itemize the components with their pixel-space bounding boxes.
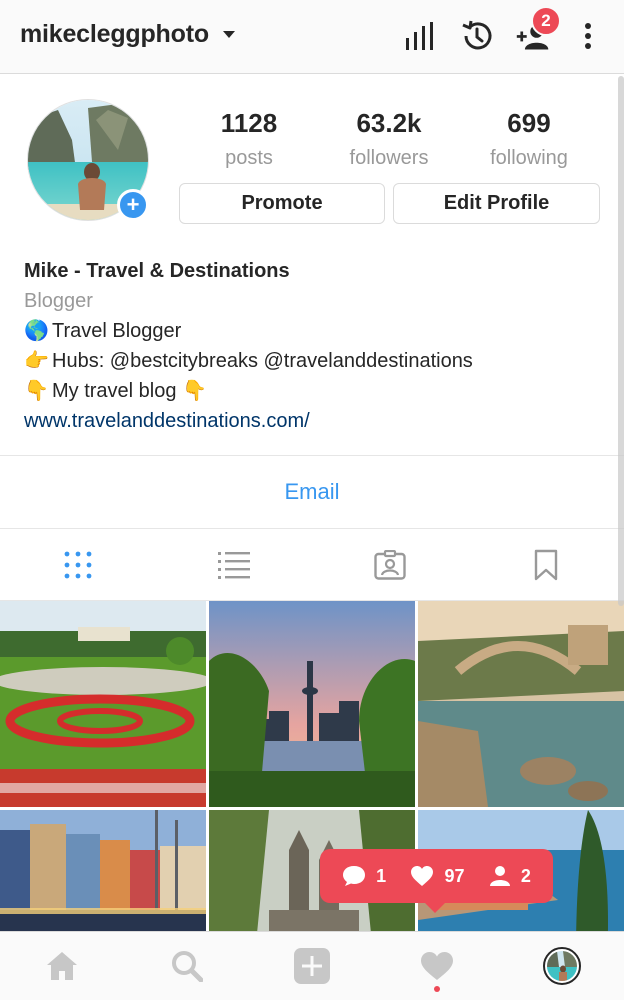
category-label: Blogger bbox=[24, 290, 93, 312]
account-switcher[interactable]: mikecleggphoto bbox=[20, 20, 235, 49]
bio-line-2: 👉 Hubs: @bestcitybreaks @travelanddestina… bbox=[24, 346, 614, 376]
bio-text-3: My travel blog bbox=[52, 380, 177, 402]
scrollbar[interactable] bbox=[618, 76, 624, 606]
follows-activity: 2 bbox=[489, 865, 531, 887]
likes-count: 97 bbox=[444, 865, 465, 886]
insights-icon[interactable] bbox=[401, 18, 437, 54]
home-icon bbox=[47, 952, 78, 980]
tab-tagged[interactable] bbox=[312, 529, 468, 601]
heart-icon bbox=[411, 866, 434, 886]
chevron-down-icon bbox=[222, 31, 235, 38]
nav-add-post[interactable] bbox=[250, 932, 375, 1000]
point-right-icon: 👉 bbox=[24, 350, 49, 372]
profile-avatar bbox=[542, 947, 581, 985]
tab-list[interactable] bbox=[156, 529, 312, 601]
archive-history-icon[interactable] bbox=[459, 18, 495, 54]
posts-label: posts bbox=[225, 147, 273, 169]
activity-popup[interactable]: 1 97 2 bbox=[320, 849, 553, 903]
saved-icon bbox=[534, 549, 558, 581]
bio-text-2: Hubs: @bestcitybreaks @travelanddestinat… bbox=[52, 350, 473, 372]
following-label: following bbox=[490, 147, 568, 169]
bottom-navigation bbox=[0, 931, 624, 1000]
nav-home[interactable] bbox=[0, 932, 125, 1000]
activity-heart-icon bbox=[420, 952, 453, 980]
more-options-icon[interactable] bbox=[570, 18, 606, 54]
post-thumbnail[interactable] bbox=[0, 601, 206, 807]
edit-profile-button[interactable]: Edit Profile bbox=[393, 183, 600, 224]
post-thumbnail[interactable] bbox=[209, 601, 415, 807]
following-count: 699 bbox=[507, 108, 551, 138]
point-down-icon: 👇 bbox=[182, 380, 207, 402]
promote-button[interactable]: Promote bbox=[179, 183, 385, 224]
post-thumbnail[interactable] bbox=[0, 810, 206, 931]
comments-activity: 1 bbox=[342, 865, 386, 887]
likes-activity: 97 bbox=[410, 865, 465, 887]
grid-icon bbox=[64, 551, 92, 579]
tab-grid[interactable] bbox=[0, 529, 156, 601]
search-icon bbox=[172, 951, 204, 982]
comment-icon bbox=[343, 866, 366, 886]
username: mikecleggphoto bbox=[20, 20, 209, 48]
notification-badge: 2 bbox=[531, 6, 561, 36]
popup-arrow bbox=[424, 902, 446, 913]
top-bar: mikecleggphoto 2 bbox=[0, 0, 624, 74]
person-icon bbox=[489, 866, 510, 886]
comments-count: 1 bbox=[376, 865, 387, 886]
add-post-icon bbox=[293, 948, 330, 984]
profile-bio: Mike - Travel & Destinations Blogger 🌎 Tr… bbox=[24, 256, 614, 436]
posts-count: 1128 bbox=[220, 108, 278, 138]
plus-icon: + bbox=[126, 192, 140, 217]
email-button[interactable]: Email bbox=[0, 456, 624, 528]
bio-line-3: 👇 My travel blog 👇 bbox=[24, 376, 614, 406]
bio-text-1: Travel Blogger bbox=[52, 320, 182, 342]
followers-label: followers bbox=[349, 147, 429, 169]
follows-count: 2 bbox=[520, 865, 531, 886]
add-story-button[interactable]: + bbox=[117, 189, 149, 221]
nav-activity[interactable] bbox=[374, 932, 499, 1000]
tab-saved[interactable] bbox=[468, 529, 624, 601]
profile-tabs bbox=[0, 529, 624, 601]
bio-line-1: 🌎 Travel Blogger bbox=[24, 316, 614, 346]
globe-icon: 🌎 bbox=[24, 320, 49, 342]
activity-dot bbox=[433, 986, 440, 992]
nav-search[interactable] bbox=[125, 932, 250, 1000]
nav-profile[interactable] bbox=[499, 932, 624, 1000]
tagged-icon bbox=[374, 550, 406, 580]
website-link[interactable]: www.travelanddestinations.com/ bbox=[24, 406, 614, 436]
display-name: Mike - Travel & Destinations bbox=[24, 260, 290, 282]
followers-count: 63.2k bbox=[356, 108, 422, 138]
following-stat[interactable]: 699 following bbox=[459, 108, 599, 170]
point-down-icon: 👇 bbox=[24, 380, 49, 402]
post-thumbnail[interactable] bbox=[418, 601, 624, 807]
followers-stat[interactable]: 63.2k followers bbox=[319, 108, 459, 170]
posts-stat[interactable]: 1128 posts bbox=[179, 108, 319, 170]
list-icon bbox=[218, 552, 250, 579]
